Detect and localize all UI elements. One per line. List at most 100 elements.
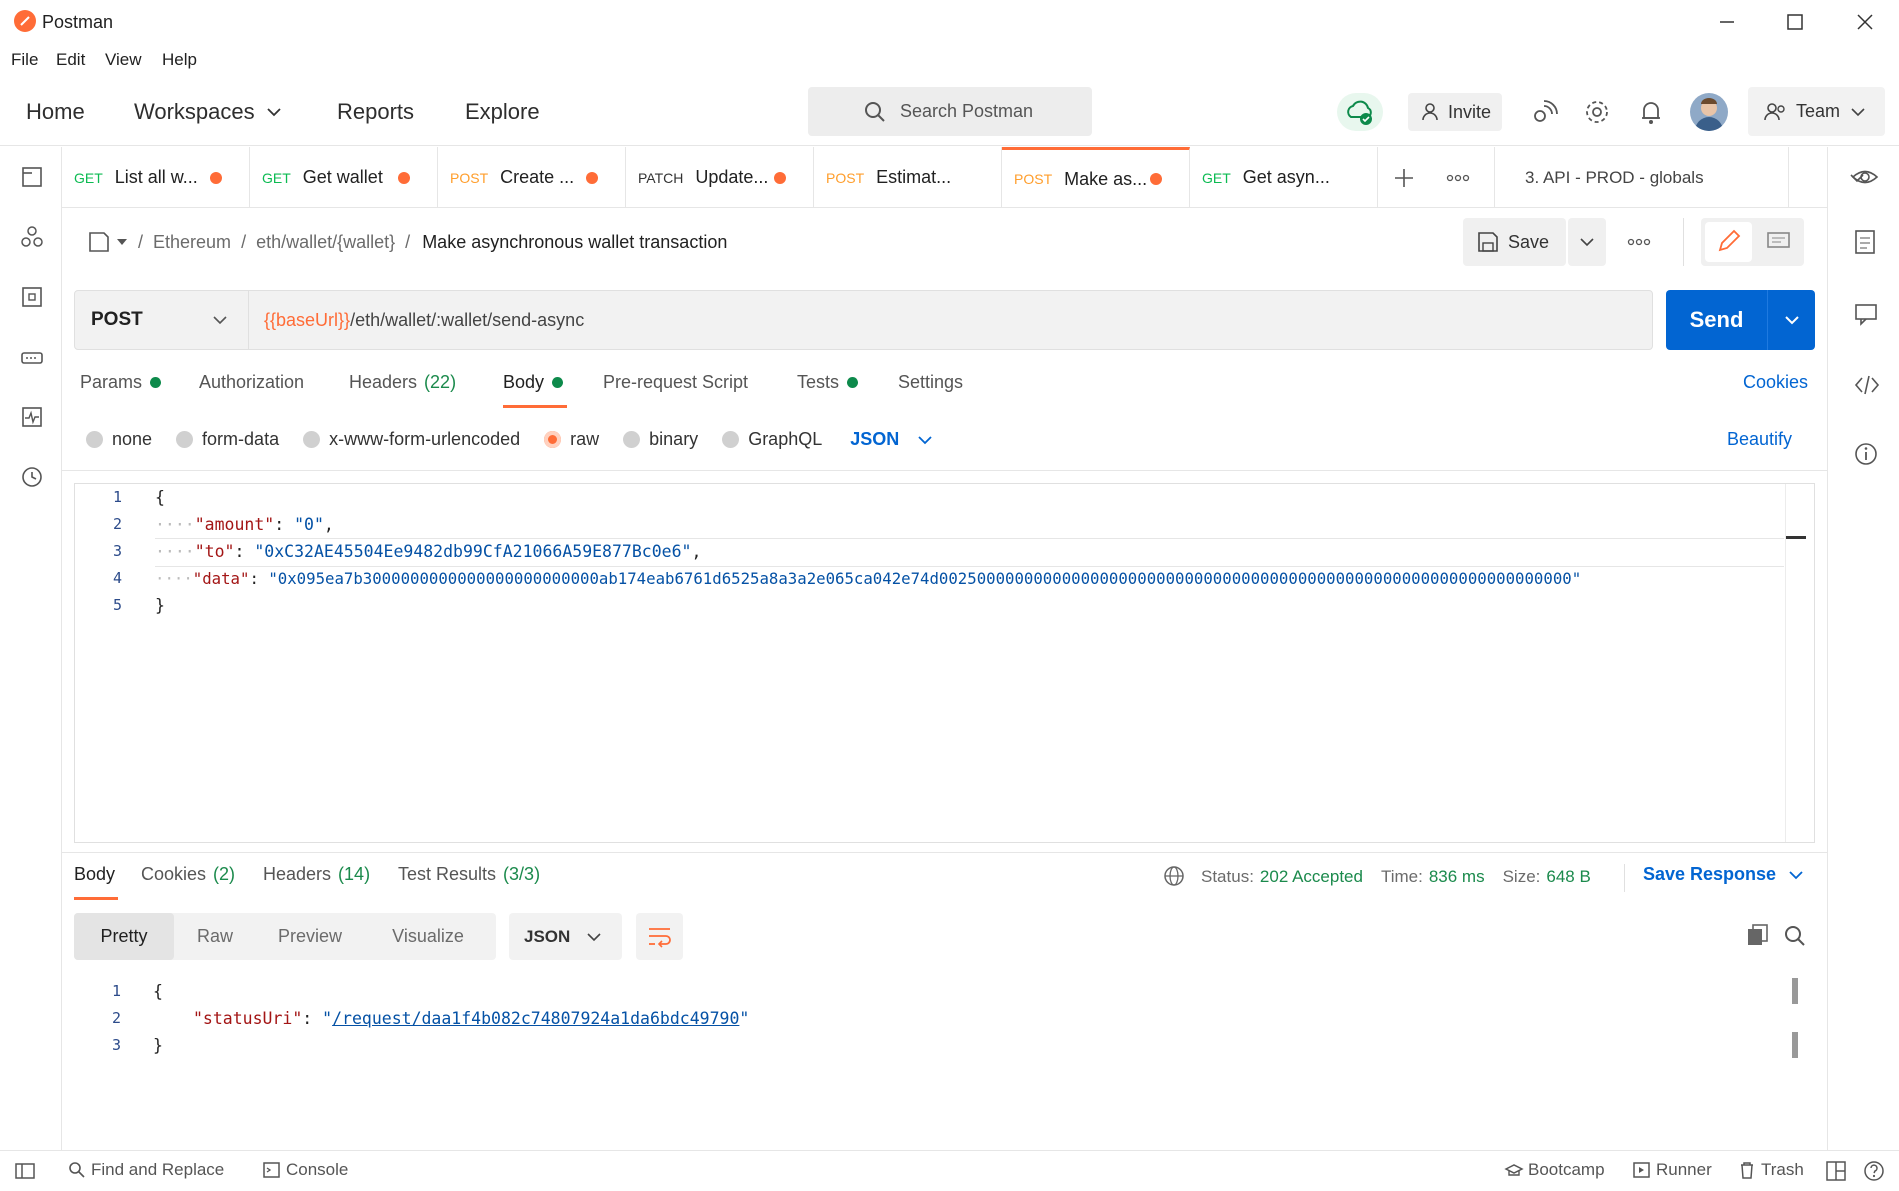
- send-options-button[interactable]: [1768, 290, 1815, 350]
- minimize-button[interactable]: [1712, 10, 1742, 34]
- breadcrumb-collection[interactable]: Ethereum: [153, 232, 231, 253]
- help-icon[interactable]: [1863, 1160, 1885, 1182]
- environment-selector[interactable]: 3. API - PROD - globals: [1495, 147, 1864, 208]
- response-tab-headers[interactable]: Headers (14): [263, 864, 370, 885]
- copy-icon[interactable]: [1745, 923, 1771, 949]
- view-mode-preview[interactable]: Preview: [256, 913, 364, 960]
- comments-icon[interactable]: [1854, 302, 1878, 326]
- tab-make-async-active[interactable]: POST Make as...: [1002, 147, 1190, 208]
- tab-get-async[interactable]: GET Get asyn...: [1190, 147, 1378, 208]
- size-value[interactable]: 648 B: [1546, 867, 1590, 887]
- apis-icon[interactable]: [20, 225, 44, 249]
- tab-prerequest-script[interactable]: Pre-request Script: [603, 372, 748, 393]
- radio-raw[interactable]: raw: [544, 429, 599, 450]
- find-and-replace-button[interactable]: Find and Replace: [67, 1160, 224, 1180]
- search-icon[interactable]: [1782, 923, 1808, 949]
- cookies-link[interactable]: Cookies: [1743, 372, 1808, 393]
- radio-urlencoded[interactable]: x-www-form-urlencoded: [303, 429, 520, 450]
- more-actions-icon[interactable]: [1624, 229, 1654, 255]
- nav-home[interactable]: Home: [26, 99, 85, 125]
- response-body-viewer[interactable]: 1 2 3 { "statusUri": "/request/daa1f4b08…: [74, 978, 1815, 1138]
- history-icon[interactable]: [20, 465, 44, 489]
- menu-file[interactable]: File: [11, 50, 38, 70]
- beautify-link[interactable]: Beautify: [1727, 429, 1792, 450]
- runner-label: Runner: [1656, 1160, 1712, 1179]
- tab-create[interactable]: POST Create ...: [438, 147, 626, 208]
- satellite-icon[interactable]: [1530, 98, 1558, 126]
- monitors-icon[interactable]: [20, 405, 44, 429]
- comment-mode-button[interactable]: [1755, 222, 1802, 262]
- url-input[interactable]: {{baseUrl}} /eth/wallet/:wallet/send-asy…: [264, 310, 584, 331]
- save-response-button[interactable]: Save Response: [1643, 864, 1806, 885]
- globe-icon[interactable]: [1162, 864, 1188, 890]
- time-value[interactable]: 836 ms: [1429, 867, 1485, 887]
- tab-body[interactable]: Body: [503, 372, 564, 393]
- code-icon[interactable]: [1854, 373, 1880, 397]
- view-mode-pretty[interactable]: Pretty: [74, 913, 174, 960]
- response-format-select[interactable]: JSON: [509, 913, 622, 960]
- status-value[interactable]: 202 Accepted: [1260, 867, 1363, 887]
- nav-explore[interactable]: Explore: [465, 99, 540, 125]
- response-tab-body[interactable]: Body: [74, 864, 115, 885]
- edit-mode-button[interactable]: [1705, 222, 1752, 262]
- response-tab-cookies[interactable]: Cookies (2): [141, 864, 235, 885]
- view-mode-raw-label: Raw: [196, 926, 233, 946]
- runner-button[interactable]: Runner: [1632, 1160, 1712, 1180]
- bootcamp-button[interactable]: Bootcamp: [1504, 1160, 1605, 1180]
- search-box[interactable]: Search Postman: [808, 87, 1092, 136]
- tab-params[interactable]: Params: [80, 372, 162, 393]
- save-button[interactable]: Save: [1463, 218, 1566, 266]
- view-mode-visualize[interactable]: Visualize: [364, 913, 492, 960]
- line-number: 1: [112, 488, 122, 506]
- wrap-lines-button[interactable]: [636, 913, 683, 960]
- tab-settings[interactable]: Settings: [898, 372, 963, 393]
- save-options-button[interactable]: [1568, 218, 1606, 266]
- notifications-bell-icon[interactable]: [1637, 98, 1665, 126]
- status-uri-link[interactable]: /request/daa1f4b082c74807924a1da6bdc4979…: [332, 1009, 739, 1028]
- trash-button[interactable]: Trash: [1737, 1160, 1804, 1180]
- two-pane-view-icon[interactable]: [1825, 1160, 1847, 1182]
- nav-workspaces[interactable]: Workspaces: [134, 99, 285, 125]
- request-body-editor[interactable]: 1 2 3 4 5 { ···· "amount": "0", ···· "to":…: [74, 483, 1815, 843]
- console-button[interactable]: Console: [262, 1160, 348, 1180]
- response-tab-test-results[interactable]: Test Results (3/3): [398, 864, 540, 885]
- toggle-sidebar-icon[interactable]: [14, 1161, 36, 1181]
- breadcrumb-folder[interactable]: eth/wallet/{wallet}: [256, 232, 395, 253]
- environment-quick-look-eye-icon[interactable]: [1850, 164, 1880, 190]
- maximize-button[interactable]: [1780, 10, 1810, 34]
- tab-update[interactable]: PATCH Update...: [626, 147, 814, 208]
- more-tabs-icon[interactable]: [1443, 165, 1473, 191]
- method-select[interactable]: POST: [75, 291, 249, 349]
- info-icon[interactable]: [1854, 442, 1878, 466]
- body-format-select[interactable]: JSON: [850, 429, 935, 450]
- nav-reports[interactable]: Reports: [337, 99, 414, 125]
- environments-icon[interactable]: [20, 285, 44, 309]
- invite-button[interactable]: Invite: [1408, 93, 1502, 131]
- tab-get-wallet[interactable]: GET Get wallet: [250, 147, 438, 208]
- tab-tests[interactable]: Tests: [797, 372, 859, 393]
- menu-view[interactable]: View: [105, 50, 142, 70]
- documentation-icon[interactable]: [1854, 229, 1876, 255]
- menu-help[interactable]: Help: [162, 50, 197, 70]
- sync-status-icon[interactable]: [1337, 93, 1383, 131]
- team-button[interactable]: Team: [1748, 87, 1885, 136]
- tab-list-all-wallets[interactable]: GET List all w...: [62, 147, 250, 208]
- avatar[interactable]: [1690, 93, 1728, 131]
- send-button[interactable]: Send: [1666, 290, 1767, 350]
- caret-down-icon[interactable]: [114, 234, 130, 250]
- view-mode-raw[interactable]: Raw: [174, 913, 256, 960]
- radio-form-data[interactable]: form-data: [176, 429, 279, 450]
- settings-gear-icon[interactable]: [1583, 98, 1611, 126]
- close-window-button[interactable]: [1850, 10, 1880, 34]
- radio-graphql[interactable]: GraphQL: [722, 429, 822, 450]
- mock-servers-icon[interactable]: [20, 345, 44, 369]
- tab-headers[interactable]: Headers (22): [349, 372, 456, 393]
- menu-edit[interactable]: Edit: [56, 50, 85, 70]
- radio-none[interactable]: none: [86, 429, 152, 450]
- radio-binary[interactable]: binary: [623, 429, 698, 450]
- request-title[interactable]: Make asynchronous wallet transaction: [422, 232, 727, 253]
- tab-estimate[interactable]: POST Estimat...: [814, 147, 1002, 208]
- new-tab-plus-icon[interactable]: [1391, 165, 1417, 191]
- tab-authorization[interactable]: Authorization: [199, 372, 304, 393]
- collections-icon[interactable]: [20, 165, 44, 189]
